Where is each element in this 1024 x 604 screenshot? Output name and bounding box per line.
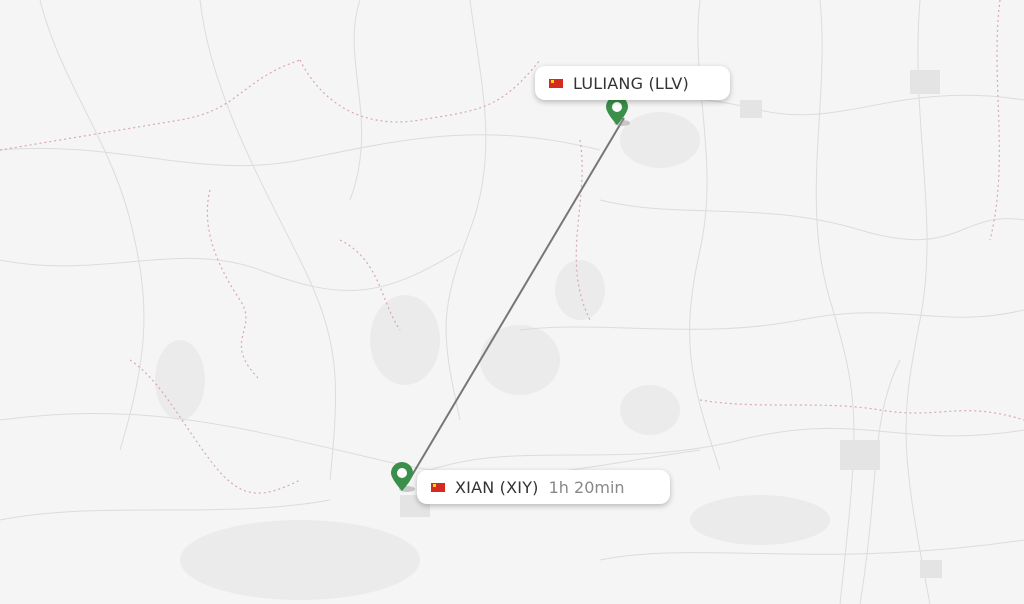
flight-duration: 1h 20min: [548, 477, 625, 497]
origin-label[interactable]: LULIANG (LLV): [535, 66, 730, 100]
destination-city: XIAN (XIY): [455, 477, 539, 497]
china-flag-icon: [431, 482, 445, 492]
route-map[interactable]: LULIANG (LLV) XIAN (XIY) 1h 20min: [0, 0, 1024, 604]
destination-label[interactable]: XIAN (XIY) 1h 20min: [417, 470, 670, 504]
destination-pin-icon[interactable]: [389, 461, 415, 493]
route-line: [407, 117, 625, 483]
flight-route: [407, 117, 625, 483]
china-flag-icon: [549, 78, 563, 88]
origin-city: LULIANG (LLV): [573, 73, 689, 93]
